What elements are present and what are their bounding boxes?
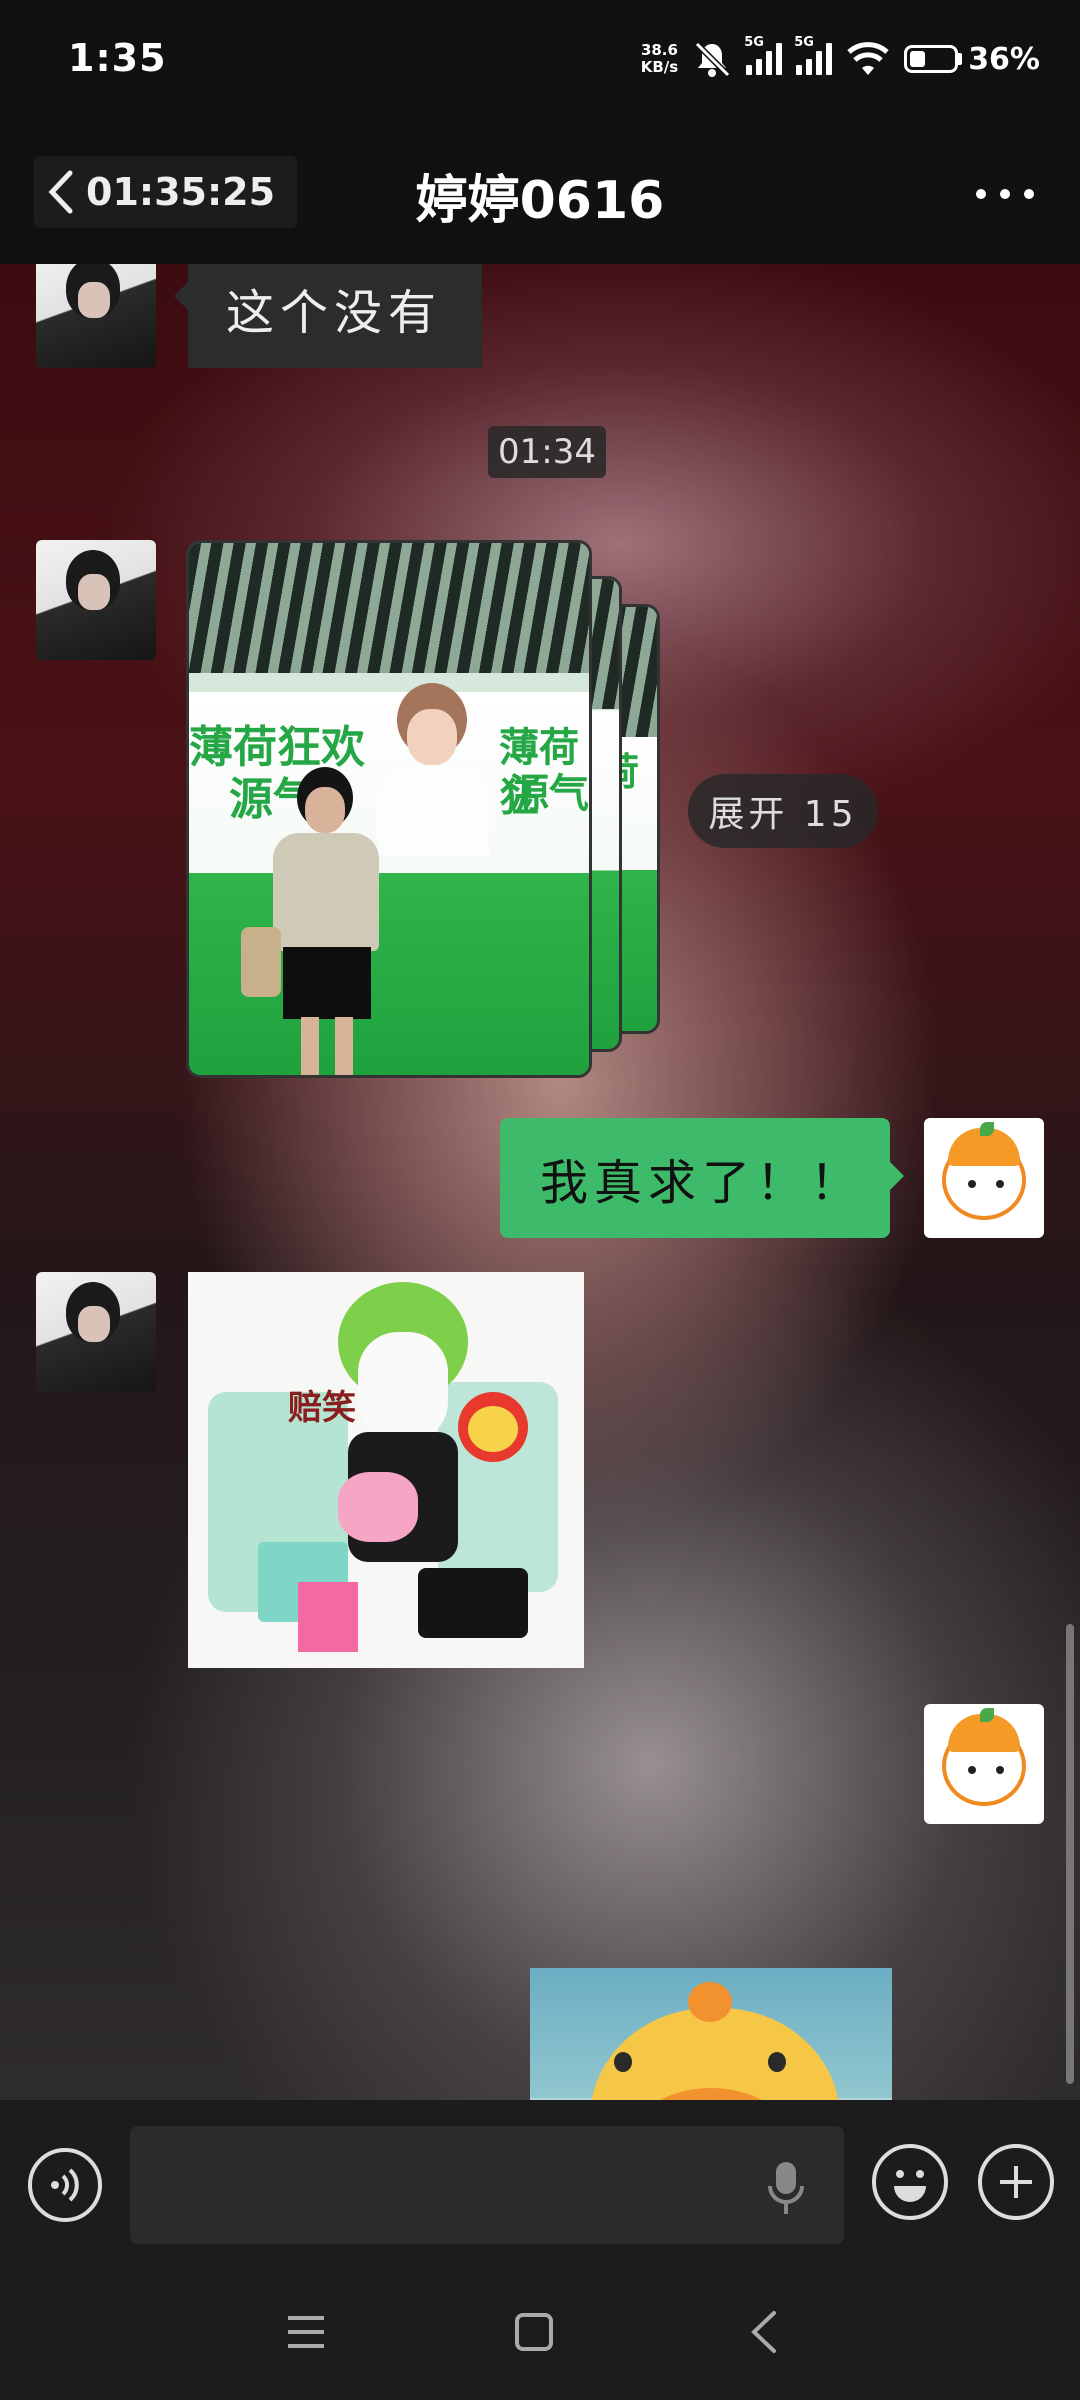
my-avatar[interactable] <box>924 1704 1044 1824</box>
battery-percent: 36% <box>968 41 1040 77</box>
sticker-image-received[interactable]: 赔笑 <box>188 1272 584 1668</box>
sticker-caption: 赔笑 <box>288 1388 356 1428</box>
network-speed-unit: KB/s <box>640 58 679 76</box>
my-avatar[interactable] <box>924 1118 1044 1238</box>
chat-scrollbar[interactable] <box>1066 1624 1074 2084</box>
signal-label: 5G <box>794 35 814 50</box>
battery-body <box>904 45 959 73</box>
signal-5g-icon: 5G <box>794 35 833 75</box>
signal-label: 5G <box>744 35 764 50</box>
poster-text: 薄荷狂欢 <box>189 722 365 773</box>
back-chevron-icon[interactable] <box>734 2302 794 2362</box>
message-text: 这个没有 <box>226 285 443 341</box>
friend-avatar[interactable] <box>36 264 156 368</box>
microphone-icon[interactable] <box>764 2158 808 2218</box>
status-bar: 1:35 38.6 KB/s 5G 5G 36% <box>0 0 1080 120</box>
expand-photos-button[interactable]: 展开 15 <box>688 774 878 848</box>
message-input[interactable] <box>130 2126 844 2244</box>
battery-icon: 36% <box>904 42 1040 77</box>
message-bubble-sent[interactable]: 我真求了！！ <box>500 1118 904 1238</box>
photo-stack-main[interactable]: 薄荷狂欢 源气 薄荷狂 源气 <box>186 540 592 1078</box>
battery-tip <box>958 53 963 65</box>
poster-text: 源气 <box>509 771 589 817</box>
status-time: 1:35 <box>68 36 167 80</box>
plus-icon[interactable] <box>978 2144 1054 2220</box>
signal-5g-icon: 5G <box>744 35 783 75</box>
battery-fill <box>910 51 926 67</box>
friend-avatar[interactable] <box>36 540 156 660</box>
chat-header: 01:35:25 婷婷0616 <box>0 120 1080 264</box>
input-bar <box>0 2100 1080 2262</box>
menu-icon[interactable] <box>276 2302 336 2362</box>
chat-title: 婷婷0616 <box>415 171 665 231</box>
home-square-icon[interactable] <box>504 2302 564 2362</box>
status-icons: 38.6 KB/s 5G 5G 36% <box>641 32 1040 86</box>
emoji-icon[interactable] <box>872 2144 948 2220</box>
wifi-icon <box>847 42 889 75</box>
voice-mode-icon[interactable] <box>28 2148 102 2222</box>
photo-girl-figure <box>239 767 409 1075</box>
chat-area[interactable]: 这个没有 01:34 薄荷狂 薄荷狂欢 源气 薄荷狂 源气 展 <box>0 264 1080 2100</box>
network-speed-value: 38.6 <box>640 41 678 59</box>
system-nav-bar <box>0 2262 1080 2400</box>
sticker-image-sent[interactable] <box>530 1968 892 2100</box>
message-timestamp: 01:34 <box>488 426 606 478</box>
message-text: 我真求了！！ <box>540 1155 865 1211</box>
more-dots-icon[interactable] <box>970 164 1040 224</box>
message-bubble-received[interactable]: 这个没有 <box>174 264 482 368</box>
friend-avatar[interactable] <box>36 1272 156 1392</box>
mute-bell-icon <box>695 41 731 78</box>
network-speed: 38.6 KB/s <box>641 42 678 76</box>
